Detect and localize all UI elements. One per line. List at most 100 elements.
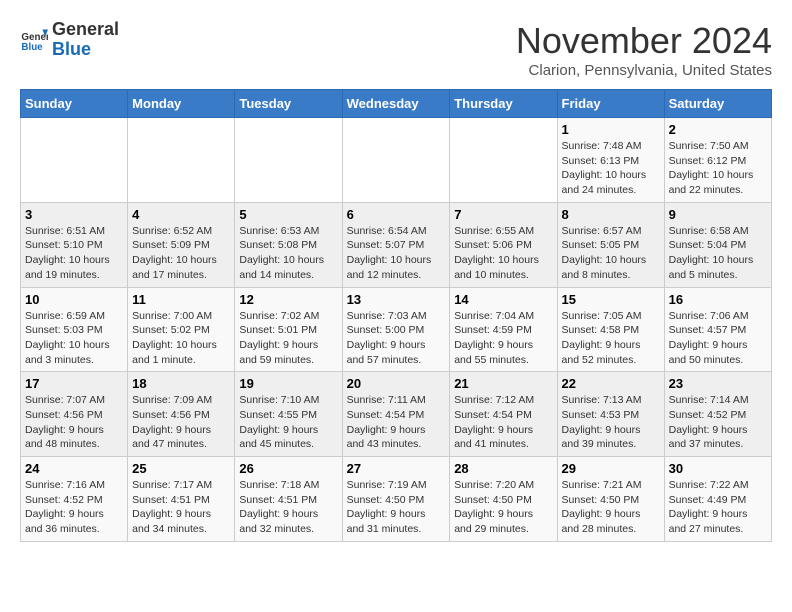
day-info: Sunrise: 7:02 AM Sunset: 5:01 PM Dayligh… — [239, 309, 337, 368]
day-info: Sunrise: 7:14 AM Sunset: 4:52 PM Dayligh… — [669, 393, 767, 452]
title-section: November 2024 Clarion, Pennsylvania, Uni… — [516, 20, 772, 79]
calendar-cell: 5 Sunrise: 6:53 AM Sunset: 5:08 PM Daylig… — [235, 202, 342, 287]
day-number: 14 — [454, 292, 552, 307]
day-header-saturday: Saturday — [664, 90, 771, 118]
logo-general-text: General — [52, 19, 119, 39]
calendar-cell: 21Sunrise: 7:12 AM Sunset: 4:54 PM Dayli… — [450, 372, 557, 457]
calendar-header: SundayMondayTuesdayWednesdayThursdayFrid… — [21, 90, 772, 118]
day-number: 5 — [239, 207, 337, 222]
day-info: Sunrise: 6:57 AM Sunset: 5:05 PM Dayligh… — [562, 224, 660, 283]
calendar-cell: 20 Sunrise: 7:11 AM Sunset: 4:54 PM Dayli… — [342, 372, 450, 457]
day-info: Sunrise: 7:17 AM Sunset: 4:51 PM Dayligh… — [132, 478, 230, 537]
day-number: 27 — [347, 461, 446, 476]
day-number: 25 — [132, 461, 230, 476]
day-number: 2 — [669, 122, 767, 137]
calendar-cell: 27 Sunrise: 7:19 AM Sunset: 4:50 PM Dayli… — [342, 457, 450, 542]
day-info: Sunrise: 6:53 AM Sunset: 5:08 PM Dayligh… — [239, 224, 337, 283]
day-header-sunday: Sunday — [21, 90, 128, 118]
calendar-cell: 24 Sunrise: 7:16 AM Sunset: 4:52 PM Dayli… — [21, 457, 128, 542]
calendar-cell: 19 Sunrise: 7:10 AM Sunset: 4:55 PM Dayli… — [235, 372, 342, 457]
day-info: Sunrise: 7:09 AM Sunset: 4:56 PM Dayligh… — [132, 393, 230, 452]
day-header-friday: Friday — [557, 90, 664, 118]
day-number: 26 — [239, 461, 337, 476]
calendar-cell: 11 Sunrise: 7:00 AM Sunset: 5:02 PM Dayli… — [128, 287, 235, 372]
calendar-cell — [342, 118, 450, 203]
calendar-cell: 25 Sunrise: 7:17 AM Sunset: 4:51 PM Dayli… — [128, 457, 235, 542]
day-number: 6 — [347, 207, 446, 222]
calendar-cell: 23 Sunrise: 7:14 AM Sunset: 4:52 PM Dayli… — [664, 372, 771, 457]
day-number: 22 — [562, 376, 660, 391]
calendar-week-3: 10Sunrise: 6:59 AM Sunset: 5:03 PM Dayli… — [21, 287, 772, 372]
day-info: Sunrise: 7:20 AM Sunset: 4:50 PM Dayligh… — [454, 478, 552, 537]
header-row: SundayMondayTuesdayWednesdayThursdayFrid… — [21, 90, 772, 118]
day-number: 20 — [347, 376, 446, 391]
calendar-cell: 26 Sunrise: 7:18 AM Sunset: 4:51 PM Dayli… — [235, 457, 342, 542]
day-info: Sunrise: 6:54 AM Sunset: 5:07 PM Dayligh… — [347, 224, 446, 283]
day-info: Sunrise: 6:55 AM Sunset: 5:06 PM Dayligh… — [454, 224, 552, 283]
calendar-cell: 17 Sunrise: 7:07 AM Sunset: 4:56 PM Dayli… — [21, 372, 128, 457]
calendar-cell — [21, 118, 128, 203]
day-info: Sunrise: 7:10 AM Sunset: 4:55 PM Dayligh… — [239, 393, 337, 452]
day-number: 9 — [669, 207, 767, 222]
calendar-cell — [450, 118, 557, 203]
calendar-cell: 15 Sunrise: 7:05 AM Sunset: 4:58 PM Dayli… — [557, 287, 664, 372]
day-number: 21 — [454, 376, 552, 391]
location: Clarion, Pennsylvania, United States — [516, 62, 772, 79]
calendar-week-5: 24 Sunrise: 7:16 AM Sunset: 4:52 PM Dayli… — [21, 457, 772, 542]
day-number: 28 — [454, 461, 552, 476]
day-info: Sunrise: 7:22 AM Sunset: 4:49 PM Dayligh… — [669, 478, 767, 537]
day-info: Sunrise: 7:18 AM Sunset: 4:51 PM Dayligh… — [239, 478, 337, 537]
calendar-cell: 18Sunrise: 7:09 AM Sunset: 4:56 PM Dayli… — [128, 372, 235, 457]
calendar-week-1: 1 Sunrise: 7:48 AM Sunset: 6:13 PM Daylig… — [21, 118, 772, 203]
day-header-tuesday: Tuesday — [235, 90, 342, 118]
day-info: Sunrise: 6:52 AM Sunset: 5:09 PM Dayligh… — [132, 224, 230, 283]
calendar-cell: 12 Sunrise: 7:02 AM Sunset: 5:01 PM Dayli… — [235, 287, 342, 372]
day-number: 4 — [132, 207, 230, 222]
calendar-week-2: 3Sunrise: 6:51 AM Sunset: 5:10 PM Daylig… — [21, 202, 772, 287]
calendar-cell — [235, 118, 342, 203]
day-info: Sunrise: 7:21 AM Sunset: 4:50 PM Dayligh… — [562, 478, 660, 537]
logo-icon: General Blue — [20, 26, 48, 54]
day-number: 10 — [25, 292, 123, 307]
day-number: 1 — [562, 122, 660, 137]
day-info: Sunrise: 7:06 AM Sunset: 4:57 PM Dayligh… — [669, 309, 767, 368]
day-info: Sunrise: 7:07 AM Sunset: 4:56 PM Dayligh… — [25, 393, 123, 452]
day-number: 19 — [239, 376, 337, 391]
day-number: 24 — [25, 461, 123, 476]
day-info: Sunrise: 7:19 AM Sunset: 4:50 PM Dayligh… — [347, 478, 446, 537]
logo: General Blue General Blue — [20, 20, 119, 60]
day-number: 17 — [25, 376, 123, 391]
calendar-cell: 2 Sunrise: 7:50 AM Sunset: 6:12 PM Daylig… — [664, 118, 771, 203]
calendar-cell — [128, 118, 235, 203]
calendar-cell: 3Sunrise: 6:51 AM Sunset: 5:10 PM Daylig… — [21, 202, 128, 287]
calendar-cell: 10Sunrise: 6:59 AM Sunset: 5:03 PM Dayli… — [21, 287, 128, 372]
calendar-cell: 28 Sunrise: 7:20 AM Sunset: 4:50 PM Dayli… — [450, 457, 557, 542]
day-number: 12 — [239, 292, 337, 307]
header: General Blue General Blue November 2024 … — [20, 20, 772, 79]
day-header-wednesday: Wednesday — [342, 90, 450, 118]
calendar-cell: 4 Sunrise: 6:52 AM Sunset: 5:09 PM Daylig… — [128, 202, 235, 287]
calendar-cell: 13 Sunrise: 7:03 AM Sunset: 5:00 PM Dayli… — [342, 287, 450, 372]
day-info: Sunrise: 7:00 AM Sunset: 5:02 PM Dayligh… — [132, 309, 230, 368]
day-info: Sunrise: 7:03 AM Sunset: 5:00 PM Dayligh… — [347, 309, 446, 368]
svg-text:Blue: Blue — [21, 42, 43, 53]
day-header-thursday: Thursday — [450, 90, 557, 118]
day-info: Sunrise: 7:05 AM Sunset: 4:58 PM Dayligh… — [562, 309, 660, 368]
day-number: 23 — [669, 376, 767, 391]
calendar-cell: 22Sunrise: 7:13 AM Sunset: 4:53 PM Dayli… — [557, 372, 664, 457]
day-number: 8 — [562, 207, 660, 222]
day-number: 13 — [347, 292, 446, 307]
calendar-week-4: 17 Sunrise: 7:07 AM Sunset: 4:56 PM Dayli… — [21, 372, 772, 457]
day-number: 11 — [132, 292, 230, 307]
calendar-cell: 6 Sunrise: 6:54 AM Sunset: 5:07 PM Daylig… — [342, 202, 450, 287]
day-info: Sunrise: 7:16 AM Sunset: 4:52 PM Dayligh… — [25, 478, 123, 537]
day-info: Sunrise: 7:04 AM Sunset: 4:59 PM Dayligh… — [454, 309, 552, 368]
day-number: 30 — [669, 461, 767, 476]
day-info: Sunrise: 7:50 AM Sunset: 6:12 PM Dayligh… — [669, 139, 767, 198]
calendar-body: 1 Sunrise: 7:48 AM Sunset: 6:13 PM Daylig… — [21, 118, 772, 542]
calendar-cell: 30 Sunrise: 7:22 AM Sunset: 4:49 PM Dayli… — [664, 457, 771, 542]
day-number: 15 — [562, 292, 660, 307]
day-info: Sunrise: 7:11 AM Sunset: 4:54 PM Dayligh… — [347, 393, 446, 452]
day-info: Sunrise: 7:48 AM Sunset: 6:13 PM Dayligh… — [562, 139, 660, 198]
day-header-monday: Monday — [128, 90, 235, 118]
